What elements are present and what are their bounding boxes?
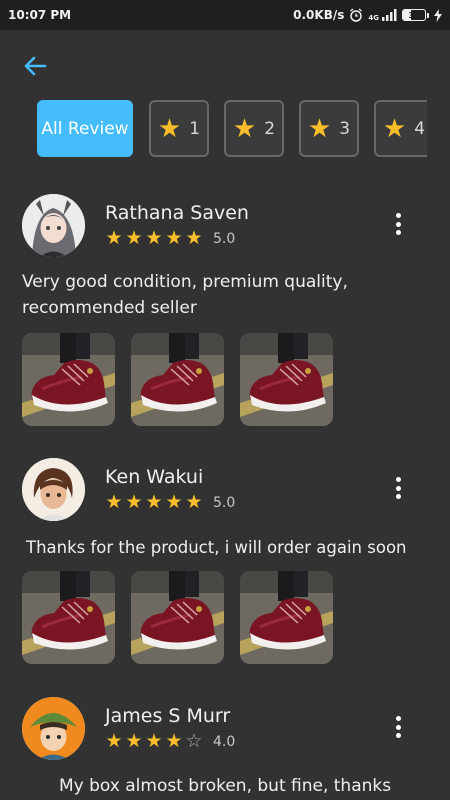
reviewer-name: Rathana Saven: [105, 202, 249, 224]
more-options-button[interactable]: [390, 713, 406, 741]
star-icon: ★: [145, 227, 163, 249]
star-icon: ★: [165, 227, 183, 249]
charging-icon: [434, 8, 442, 22]
battery-icon: 35: [402, 9, 429, 21]
star-icon: ★: [382, 113, 407, 144]
reviewer-name: Ken Wakui: [105, 466, 204, 488]
more-options-button[interactable]: [390, 474, 406, 502]
more-options-button[interactable]: [390, 210, 406, 238]
signal-icon: [382, 9, 397, 21]
review-item: Ken Wakui ★ ★ ★ ★ ★ 5.0 Thanks for the p…: [0, 458, 450, 668]
star-icon: ★: [185, 491, 203, 513]
review-text: Thanks for the product, i will order aga…: [26, 538, 407, 557]
review-photos: [22, 333, 333, 426]
star-icon: ★: [232, 113, 257, 144]
filter-4-star[interactable]: ★ 4: [374, 100, 427, 157]
review-photo[interactable]: [240, 571, 333, 664]
rating-stars: ★ ★ ★ ★ ☆ 4.0: [105, 732, 235, 751]
star-icon: ★: [105, 730, 123, 752]
star-icon: ★: [145, 491, 163, 513]
star-icon: ★: [125, 491, 143, 513]
review-photo[interactable]: [22, 333, 115, 426]
review-photo[interactable]: [240, 333, 333, 426]
filter-2-star[interactable]: ★ 2: [224, 100, 284, 157]
review-text: Very good condition, premium quality, re…: [22, 272, 348, 318]
filter-label: All Review: [41, 118, 129, 139]
network-type: 4G: [368, 14, 379, 22]
review-photos: [22, 571, 333, 664]
rating-filter-bar: All Review ★ 1 ★ 2 ★ 3 ★ 4: [37, 100, 427, 158]
rating-score: 4.0: [213, 733, 236, 750]
alarm-icon: [350, 8, 363, 22]
network-speed: 0.0KB/s: [293, 8, 345, 22]
filter-label: 1: [189, 118, 201, 139]
arrow-left-icon: [24, 56, 47, 76]
star-icon: ★: [165, 491, 183, 513]
rating-score: 5.0: [213, 230, 236, 247]
star-icon: ★: [165, 730, 183, 752]
status-time: 10:07 PM: [8, 8, 72, 22]
filter-3-star[interactable]: ★ 3: [299, 100, 359, 157]
filter-1-star[interactable]: ★ 1: [149, 100, 209, 157]
filter-label: 4: [414, 118, 426, 139]
avatar[interactable]: [22, 458, 85, 521]
status-bar: 10:07 PM 0.0KB/s 4G 35: [0, 0, 450, 30]
reviewer-name: James S Murr: [105, 705, 231, 727]
star-icon: ★: [145, 730, 163, 752]
rating-stars: ★ ★ ★ ★ ★ 5.0: [105, 229, 235, 248]
review-photo[interactable]: [131, 571, 224, 664]
review-item: James S Murr ★ ★ ★ ★ ☆ 4.0 My box almost…: [0, 697, 450, 800]
review-photo[interactable]: [131, 333, 224, 426]
avatar[interactable]: [22, 697, 85, 760]
status-indicators: 0.0KB/s 4G 35: [293, 8, 442, 22]
star-icon: ★: [157, 113, 182, 144]
star-outline-icon: ☆: [185, 730, 203, 752]
back-button[interactable]: [20, 51, 50, 81]
filter-label: 3: [339, 118, 351, 139]
star-icon: ★: [105, 227, 123, 249]
filter-label: 2: [264, 118, 276, 139]
filter-all-review[interactable]: All Review: [37, 100, 133, 157]
star-icon: ★: [307, 113, 332, 144]
rating-score: 5.0: [213, 494, 236, 511]
star-icon: ★: [125, 227, 143, 249]
rating-stars: ★ ★ ★ ★ ★ 5.0: [105, 493, 235, 512]
review-photo[interactable]: [22, 571, 115, 664]
review-text: My box almost broken, but fine, thanks: [59, 776, 392, 796]
star-icon: ★: [125, 730, 143, 752]
star-icon: ★: [185, 227, 203, 249]
avatar[interactable]: [22, 194, 85, 257]
review-item: Rathana Saven ★ ★ ★ ★ ★ 5.0 Very good co…: [0, 194, 450, 434]
star-icon: ★: [105, 491, 123, 513]
